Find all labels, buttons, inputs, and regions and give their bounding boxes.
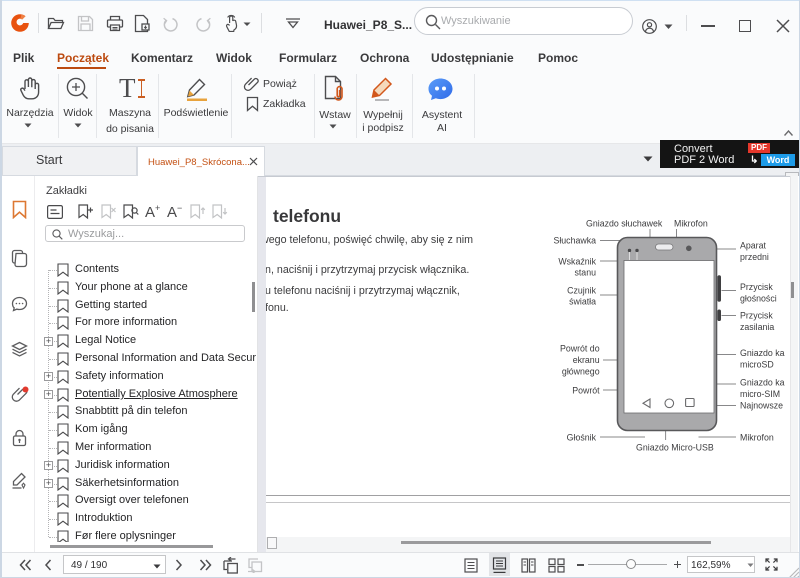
svg-text:Gniazdo Micro-USB: Gniazdo Micro-USB xyxy=(636,443,714,453)
svg-text:Przycisk: Przycisk xyxy=(740,282,773,292)
svg-text:Powrót do: Powrót do xyxy=(560,344,600,354)
svg-text:przedni: przedni xyxy=(740,252,769,262)
svg-text:Powrót: Powrót xyxy=(572,386,600,396)
svg-text:zasilania: zasilania xyxy=(740,322,774,332)
svg-text:Przycisk: Przycisk xyxy=(740,311,773,321)
svg-text:Najnowsze: Najnowsze xyxy=(740,401,783,411)
svg-text:głośności: głośności xyxy=(740,294,777,304)
svg-text:stanu: stanu xyxy=(574,268,596,278)
svg-text:Aparat: Aparat xyxy=(740,241,766,251)
svg-text:Słuchawka: Słuchawka xyxy=(553,236,596,246)
svg-text:ekranu: ekranu xyxy=(573,355,600,365)
svg-text:Gniazdo ka: Gniazdo ka xyxy=(740,348,785,358)
svg-text:microSD: microSD xyxy=(740,360,774,370)
svg-text:Wskaźnik: Wskaźnik xyxy=(558,257,596,267)
svg-text:światła: światła xyxy=(569,297,596,307)
svg-text:Gniazdo ka: Gniazdo ka xyxy=(740,378,785,388)
svg-text:Gniazdo słuchawek: Gniazdo słuchawek xyxy=(586,219,663,229)
svg-text:Czujnik: Czujnik xyxy=(567,286,596,296)
svg-text:Mikrofon: Mikrofon xyxy=(674,219,708,229)
svg-text:Mikrofon: Mikrofon xyxy=(740,433,774,443)
svg-text:głównego: głównego xyxy=(562,367,600,377)
svg-text:Głośnik: Głośnik xyxy=(567,433,597,443)
svg-text:micro-SIM: micro-SIM xyxy=(740,389,780,399)
